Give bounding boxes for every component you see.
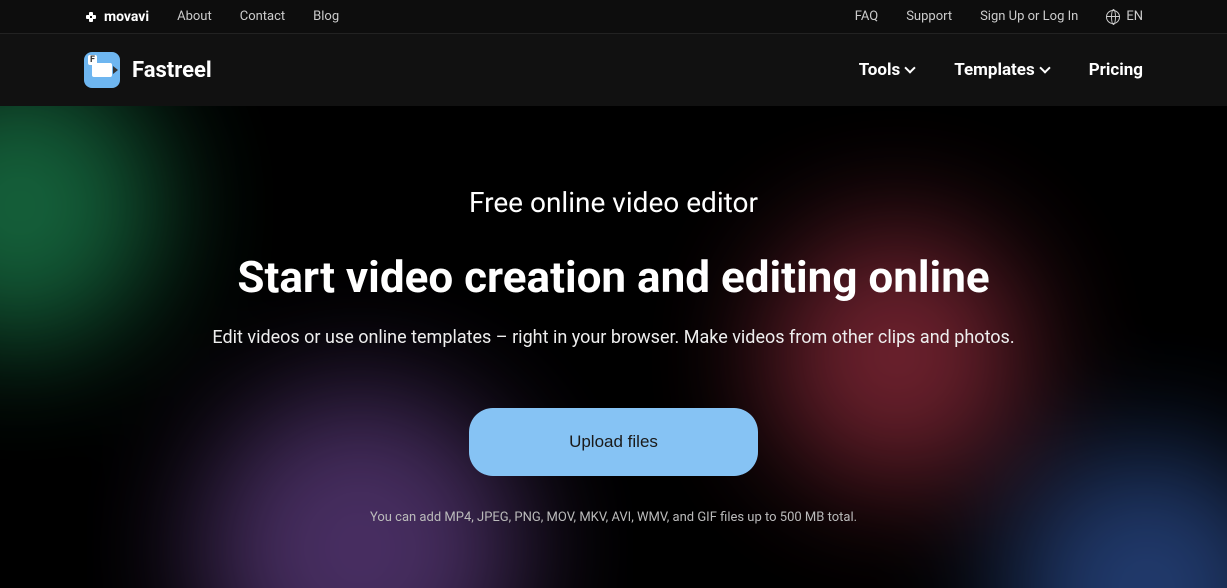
pricing-label: Pricing [1089,60,1143,80]
globe-icon [1106,10,1120,24]
about-link[interactable]: About [177,9,212,24]
pricing-link[interactable]: Pricing [1089,60,1143,80]
blog-link[interactable]: Blog [313,9,339,24]
contact-link[interactable]: Contact [240,9,285,24]
fastreel-brand-text: Fastreel [132,58,212,83]
movavi-brand-text: movavi [104,9,149,25]
chevron-down-icon [905,62,916,73]
movavi-logo[interactable]: movavi [84,9,149,25]
templates-menu[interactable]: Templates [954,60,1049,80]
language-label: EN [1126,9,1143,24]
support-link[interactable]: Support [906,9,952,24]
templates-label: Templates [954,60,1035,80]
top-bar: movavi About Contact Blog FAQ Support Si… [0,0,1227,34]
movavi-dots-icon [84,10,98,24]
tools-label: Tools [859,60,901,80]
hero-subtitle: Free online video editor [212,186,1014,219]
language-selector[interactable]: EN [1106,9,1143,24]
hero-description: Edit videos or use online templates – ri… [212,327,1014,348]
hero-section: Free online video editor Start video cre… [0,106,1227,588]
fastreel-icon [84,52,120,88]
upload-files-button[interactable]: Upload files [469,408,758,476]
fastreel-brand[interactable]: Fastreel [84,52,212,88]
nav-bar: Fastreel Tools Templates Pricing [0,34,1227,106]
upload-note: You can add MP4, JPEG, PNG, MOV, MKV, AV… [212,510,1014,525]
chevron-down-icon [1039,62,1050,73]
hero-title: Start video creation and editing online [212,251,1014,303]
auth-link[interactable]: Sign Up or Log In [980,9,1078,24]
tools-menu[interactable]: Tools [859,60,915,80]
faq-link[interactable]: FAQ [855,9,878,24]
